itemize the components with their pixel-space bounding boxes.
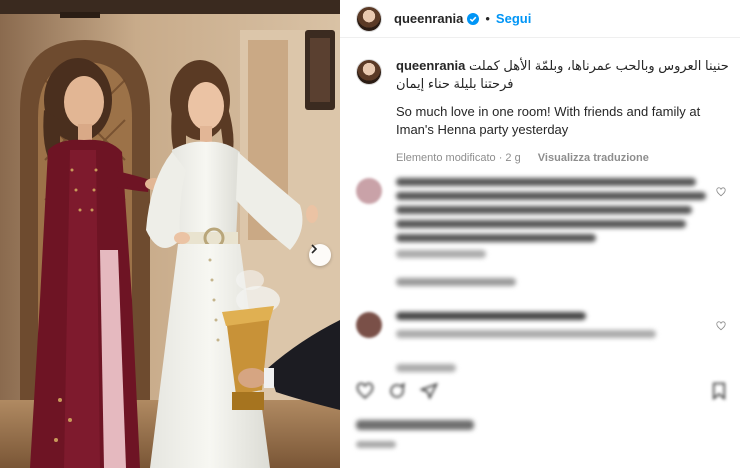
verified-badge-icon (467, 12, 480, 25)
post-date-blurred (356, 441, 396, 448)
heart-icon[interactable] (716, 318, 726, 336)
comment-item (356, 178, 726, 264)
photo-illustration (0, 0, 340, 468)
comment-blurred-text (396, 312, 726, 344)
caption-body: queenrania حنينا العروس وبالحب عمرناها، … (396, 57, 736, 167)
username-link[interactable]: queenrania (394, 11, 463, 26)
caption: queenrania حنينا العروس وبالحب عمرناها، … (356, 57, 729, 167)
caption-english-text: So much love in one room! With friends a… (396, 104, 701, 137)
view-replies[interactable] (356, 364, 726, 378)
avatar[interactable] (356, 59, 382, 85)
heart-icon[interactable] (356, 382, 374, 405)
post-photo[interactable] (0, 0, 340, 468)
replies-blurred-text (396, 278, 726, 292)
heart-icon[interactable] (716, 184, 726, 202)
avatar[interactable] (356, 312, 382, 338)
likes-count-blurred[interactable] (356, 420, 474, 430)
replies-blurred-text (396, 364, 726, 378)
view-replies[interactable] (356, 278, 726, 292)
separator: • (485, 11, 490, 26)
avatar[interactable] (356, 5, 382, 32)
post-header: queenrania • Segui (340, 0, 740, 38)
action-bar (356, 382, 725, 405)
carousel-next-button[interactable] (309, 244, 331, 266)
send-icon[interactable] (419, 382, 438, 405)
comment-icon[interactable] (388, 382, 406, 405)
bookmark-icon[interactable] (711, 382, 727, 405)
post-side-panel: queenrania • Segui queenrania حنينا العر… (340, 0, 740, 468)
comment-item (356, 312, 726, 344)
see-translation-link[interactable]: Visualizza traduzione (538, 152, 649, 164)
caption-username[interactable]: queenrania (396, 58, 465, 73)
edited-timestamp: Elemento modificato · 2 g (396, 152, 521, 164)
caption-meta: Elemento modificato · 2 g Visualizza tra… (396, 149, 736, 167)
comment-blurred-text (396, 178, 726, 264)
avatar[interactable] (356, 178, 382, 204)
follow-button[interactable]: Segui (496, 11, 531, 26)
